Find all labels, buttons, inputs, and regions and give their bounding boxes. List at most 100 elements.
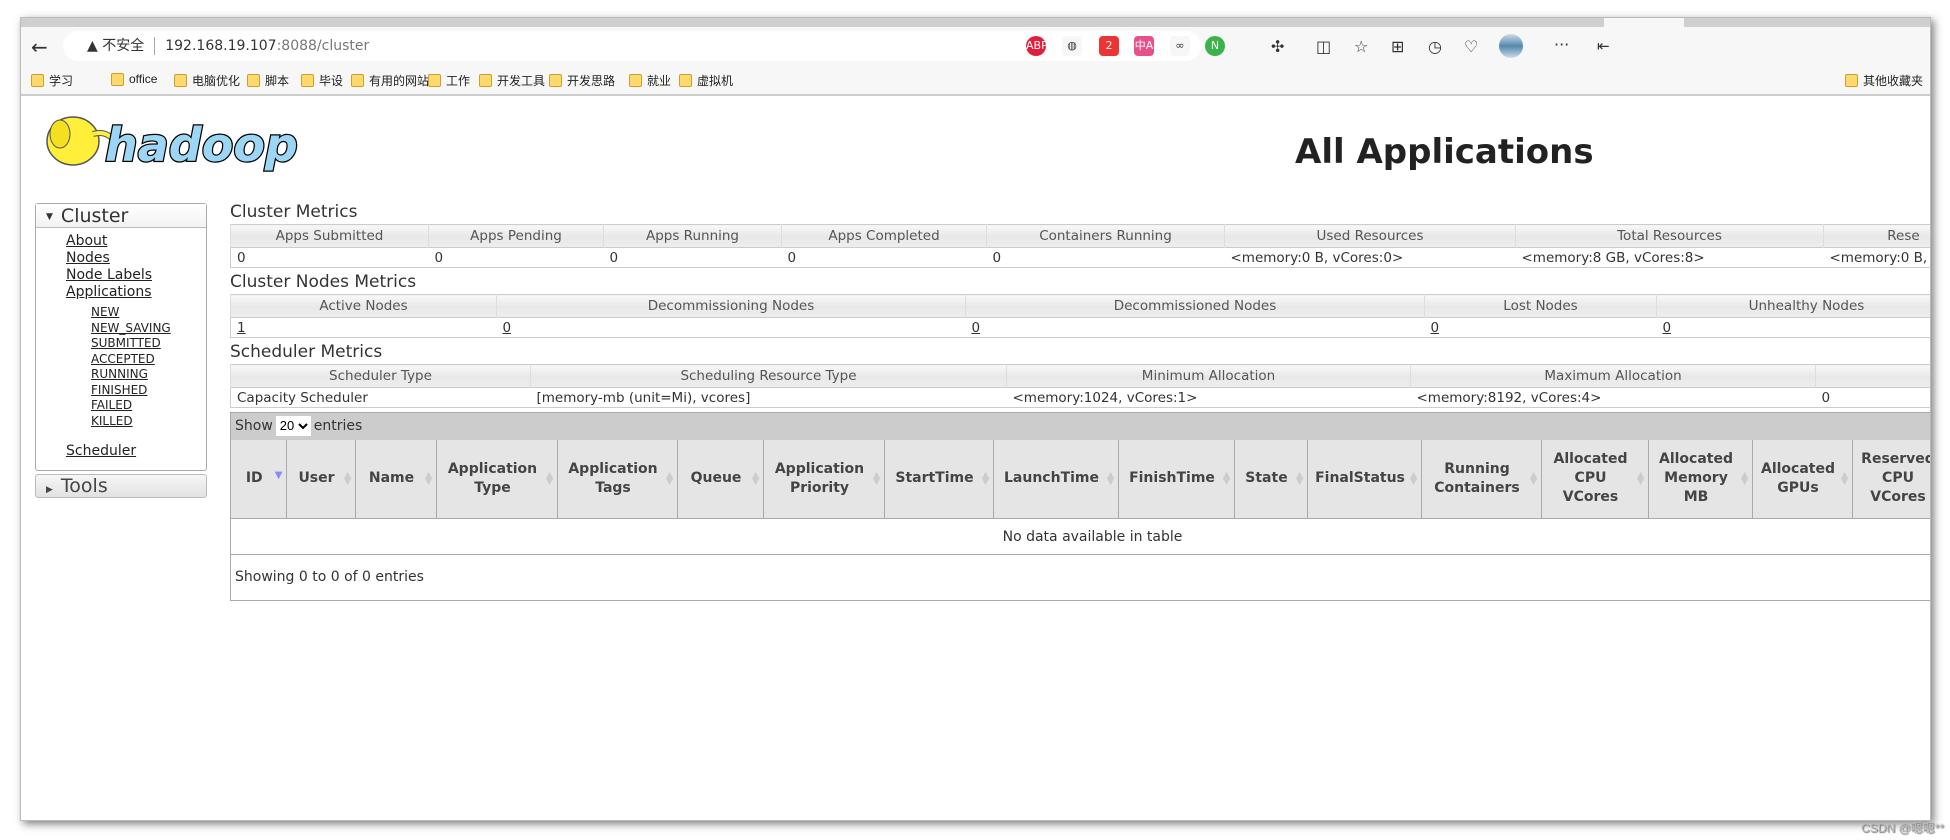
extension-translate-icon[interactable]: 中A [1134, 36, 1154, 56]
url-host: 192.168.19.107 [165, 38, 277, 54]
cluster-section-header[interactable]: ▼ Cluster [36, 204, 206, 228]
bookmark-item[interactable]: 就业 [629, 72, 671, 89]
sidebar-toggle-icon[interactable]: ⇤ [1597, 37, 1610, 55]
bookmark-item[interactable]: 学习 [31, 72, 73, 89]
column-header-name[interactable]: Name ▲ ▼ [355, 440, 437, 519]
collections-icon[interactable]: ⊞ [1391, 37, 1404, 56]
extension-abp-icon[interactable]: ABP [1026, 36, 1048, 56]
folder-icon [111, 72, 124, 86]
hadoop-logo[interactable]: hadoop [35, 106, 335, 176]
split-screen-icon[interactable]: ◫ [1316, 37, 1331, 56]
column-header-application-type[interactable]: Application Type ▲ ▼ [436, 440, 558, 519]
metric-value: [memory-mb (unit=Mi), vcores] [530, 387, 1007, 408]
performance-icon[interactable]: ♡ [1464, 37, 1478, 56]
column-header: Total Resources [1515, 224, 1824, 248]
application-states-list: NEW NEW_SAVING SUBMITTED ACCEPTED RUNNING FIN… [66, 305, 206, 429]
puzzle-extensions-icon[interactable]: ✣ [1271, 37, 1284, 56]
bookmark-item[interactable]: 毕设 [301, 72, 343, 89]
column-header-application-priority[interactable]: Application Priority ▲ ▼ [763, 440, 885, 519]
bookmark-label: 脚本 [265, 74, 290, 88]
column-header-allocated-gpus[interactable]: Allocated GPUs ▲ ▼ [1752, 440, 1853, 519]
sidebar-link-new[interactable]: NEW [91, 305, 206, 321]
bookmark-item[interactable]: office [111, 72, 157, 86]
extension-badge-icon[interactable]: 2 [1099, 36, 1119, 56]
sort-desc-icon: ▼ [274, 470, 283, 481]
column-header-running-containers[interactable]: Running Containers ▲ ▼ [1421, 440, 1542, 519]
entries-label: entries [313, 418, 363, 434]
metric-link[interactable]: 0 [972, 320, 981, 336]
bookmark-other[interactable]: 其他收藏夹 [1845, 72, 1923, 89]
column-label: StartTime [895, 470, 974, 487]
bookmark-item[interactable]: 开发工具 [479, 72, 545, 89]
column-header: Lost Nodes [1424, 294, 1657, 318]
metric-link[interactable]: 0 [1663, 320, 1672, 336]
column-header-state[interactable]: State ▲ ▼ [1234, 440, 1308, 519]
sort-icon: ▲ ▼ [1222, 470, 1231, 487]
sidebar-link-applications[interactable]: Applications [66, 284, 206, 301]
bookmark-item[interactable]: 虚拟机 [679, 72, 733, 89]
tab-strip [21, 18, 1930, 27]
metric-value: <memory:0 B, vCores:0> [1224, 247, 1516, 268]
bookmark-item[interactable]: 开发思路 [549, 72, 615, 89]
sort-icon: ▲ ▼ [981, 470, 990, 487]
sort-icon: ▲ ▼ [1740, 470, 1749, 487]
bookmark-item[interactable]: 工作 [428, 72, 470, 89]
column-header-id[interactable]: ID ▼ [231, 440, 287, 519]
column-header: Used Resources [1224, 224, 1516, 248]
more-menu-icon[interactable]: ··· [1554, 35, 1569, 54]
metric-link[interactable]: 0 [1431, 320, 1440, 336]
sidebar-link-about[interactable]: About [66, 233, 206, 250]
extension-link-icon[interactable]: ∞ [1170, 36, 1190, 56]
column-header-reserved-cpu-vcores[interactable]: Reserved CPU VCores▲▼ [1852, 440, 1930, 519]
sidebar-link-new_saving[interactable]: NEW_SAVING [91, 321, 206, 337]
sidebar-link-scheduler[interactable]: Scheduler [66, 443, 206, 460]
column-header-application-tags[interactable]: Application Tags ▲ ▼ [557, 440, 678, 519]
cluster-nodes-metrics-title: Cluster Nodes Metrics [230, 272, 417, 292]
column-header-allocated-memory-mb[interactable]: Allocated Memory MB ▲ ▼ [1648, 440, 1753, 519]
sidebar-link-nodes[interactable]: Nodes [66, 250, 206, 267]
url-path: :8088/cluster [276, 38, 370, 54]
column-header-launchtime[interactable]: LaunchTime ▲ ▼ [993, 440, 1119, 519]
column-header-finishtime[interactable]: FinishTime ▲ ▼ [1118, 440, 1235, 519]
bookmark-item[interactable]: 电脑优化 [174, 72, 240, 89]
metric-value: <memory:8192, vCores:4> [1410, 387, 1816, 408]
column-header: Decommissioned Nodes [965, 294, 1425, 318]
column-header-queue[interactable]: Queue ▲ ▼ [677, 440, 764, 519]
sort-icon: ▲ ▼ [665, 470, 674, 487]
sidebar-link-accepted[interactable]: ACCEPTED [91, 352, 206, 368]
sidebar-link-submitted[interactable]: SUBMITTED [91, 336, 206, 352]
sort-icon: ▲ ▼ [343, 470, 352, 487]
column-label: LaunchTime [1004, 470, 1099, 487]
favorites-icon[interactable]: ☆ [1354, 37, 1368, 56]
sidebar-link-failed[interactable]: FAILED [91, 398, 206, 414]
page-title: All Applications [1295, 132, 1594, 172]
sidebar-link-finished[interactable]: FINISHED [91, 383, 206, 399]
extension-n-icon[interactable]: N [1205, 36, 1225, 56]
back-icon[interactable]: ← [31, 35, 48, 59]
tools-section-header[interactable]: ▶ Tools [35, 474, 207, 498]
metric-link[interactable]: 0 [503, 320, 512, 336]
extension-globe-icon[interactable]: ◍ [1062, 36, 1082, 56]
column-header-starttime[interactable]: StartTime ▲ ▼ [884, 440, 994, 519]
history-icon[interactable]: ◷ [1428, 37, 1442, 56]
bookmark-item[interactable]: 脚本 [247, 72, 289, 89]
column-header-finalstatus[interactable]: FinalStatus ▲ ▼ [1307, 440, 1422, 519]
page-size-select[interactable]: 20 [275, 415, 311, 436]
profile-avatar[interactable] [1499, 34, 1523, 58]
column-header-user[interactable]: User ▲ ▼ [286, 440, 356, 519]
bookmark-label: 开发工具 [497, 74, 546, 88]
column-header-allocated-cpu-vcores[interactable]: Allocated CPU VCores ▲ ▼ [1541, 440, 1649, 519]
bookmark-item[interactable]: 有用的网站 [351, 72, 429, 89]
sidebar-link-node-labels[interactable]: Node Labels [66, 267, 206, 284]
active-tab[interactable] [1604, 18, 1684, 27]
metric-value: 0 [603, 247, 782, 268]
sidebar-link-running[interactable]: RUNNING [91, 367, 206, 383]
column-label: Allocated CPU VCores [1553, 451, 1628, 506]
folder-icon [174, 74, 187, 87]
column-label: Name [368, 470, 415, 487]
sidebar-link-killed[interactable]: KILLED [91, 414, 206, 430]
cluster-metrics-title: Cluster Metrics [230, 202, 358, 222]
sort-icon: ▲ ▼ [545, 470, 554, 487]
column-header: Scheduling Resource Type [530, 364, 1007, 388]
metric-link[interactable]: 1 [237, 320, 246, 336]
